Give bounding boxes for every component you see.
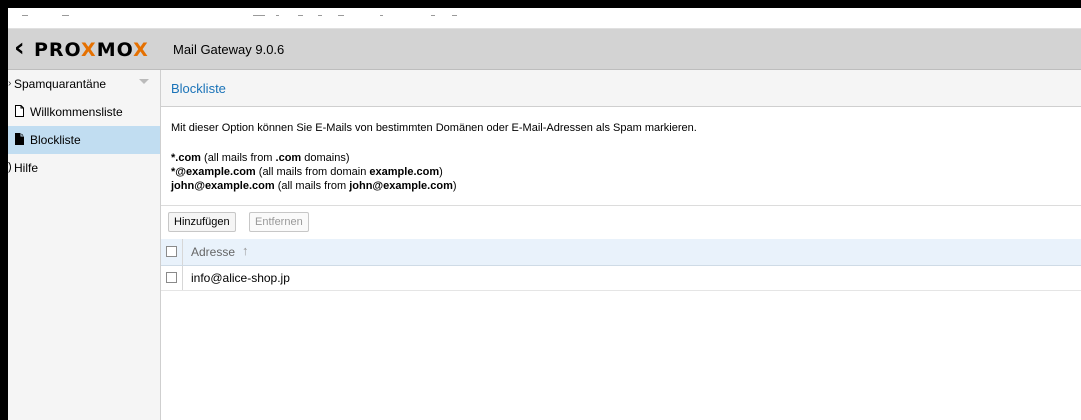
sidebar-item-label: Blockliste bbox=[30, 133, 81, 147]
sidebar-item-blocklist[interactable]: Blockliste bbox=[8, 126, 160, 154]
panel-header: Blockliste bbox=[161, 70, 1081, 107]
sidebar-item-help[interactable]: ) Hilfe bbox=[8, 154, 160, 182]
example-line: *@example.com (all mails from domain exa… bbox=[171, 166, 443, 178]
proxmox-logo-icon: ‹ bbox=[14, 33, 25, 63]
table-row[interactable]: info@alice-shop.jp bbox=[161, 266, 1081, 291]
grid-toolbar: Hinzufügen Entfernen bbox=[161, 205, 1081, 240]
sidebar-item-label: Spamquarantäne bbox=[14, 77, 107, 91]
document-filled-icon bbox=[15, 133, 24, 145]
logo-x-1: X bbox=[81, 39, 97, 61]
logo-x-2: X bbox=[133, 39, 149, 61]
logo-pro: PRO bbox=[34, 39, 82, 61]
page-title: Blockliste bbox=[171, 81, 226, 96]
sort-ascending-icon: ↑ bbox=[242, 243, 249, 258]
main-panel: Blockliste Mit dieser Option können Sie … bbox=[161, 70, 1081, 420]
column-divider bbox=[182, 239, 183, 265]
row-checkbox[interactable] bbox=[166, 272, 177, 283]
product-version: Mail Gateway 9.0.6 bbox=[173, 42, 285, 57]
document-outline-icon bbox=[15, 105, 24, 117]
select-all-checkbox[interactable] bbox=[166, 246, 177, 257]
sidebar-item-label: Willkommensliste bbox=[30, 105, 123, 119]
help-icon: ) bbox=[8, 161, 12, 173]
sidebar: › Spamquarantäne Willkommensliste Blockl… bbox=[8, 70, 161, 420]
remove-button[interactable]: Entfernen bbox=[249, 212, 309, 232]
logo-mo: MO bbox=[96, 39, 134, 61]
example-line: john@example.com (all mails from john@ex… bbox=[171, 180, 457, 192]
browser-address-strip bbox=[8, 8, 1081, 29]
expand-icon: › bbox=[8, 78, 12, 89]
app-header: ‹ PROXMOX Mail Gateway 9.0.6 bbox=[8, 29, 1081, 70]
sidebar-item-welcomelist[interactable]: Willkommensliste bbox=[8, 98, 160, 126]
example-line: *.com (all mails from .com domains) bbox=[171, 152, 350, 164]
add-button[interactable]: Hinzufügen bbox=[168, 212, 236, 232]
grid-header: Adresse ↑ bbox=[161, 239, 1081, 266]
browser-window: ‹ PROXMOX Mail Gateway 9.0.6 › Spamquara… bbox=[8, 8, 1081, 420]
address-cell: info@alice-shop.jp bbox=[191, 271, 290, 285]
panel-description: Mit dieser Option können Sie E-Mails von… bbox=[171, 122, 697, 134]
dropdown-arrow-icon[interactable] bbox=[139, 79, 149, 84]
sidebar-item-spamquarantine[interactable]: › Spamquarantäne bbox=[8, 70, 160, 98]
sidebar-item-label: Hilfe bbox=[14, 161, 39, 175]
column-header-address[interactable]: Adresse bbox=[191, 245, 235, 259]
examples-block: *.com (all mails from .com domains) *@ex… bbox=[171, 151, 457, 193]
proxmox-logo[interactable]: PROXMOX bbox=[34, 40, 149, 60]
column-divider bbox=[182, 266, 183, 290]
